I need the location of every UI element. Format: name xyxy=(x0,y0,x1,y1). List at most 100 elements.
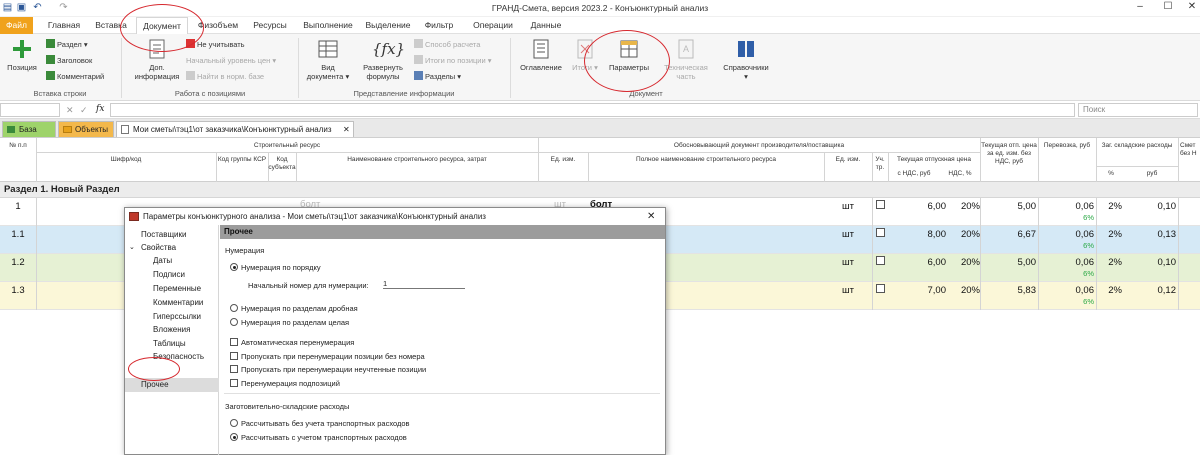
nav-attachments[interactable]: Вложения xyxy=(153,324,190,335)
tab-filter[interactable]: Фильтр xyxy=(422,17,456,34)
row-uch-checkbox[interactable] xyxy=(876,200,885,209)
params-dialog: Параметры конъюнктурного анализа - Мои с… xyxy=(124,207,666,455)
row-uch-checkbox[interactable] xyxy=(876,228,885,237)
nav-signatures[interactable]: Подписи xyxy=(153,269,185,280)
check-renum-sub-label: Перенумерация подпозиций xyxy=(241,379,340,388)
reference-label: Справочники xyxy=(723,63,769,72)
radio-sections-whole-label: Нумерация по разделам целая xyxy=(241,318,350,327)
nav-hyperlinks[interactable]: Гиперссылки xyxy=(153,311,201,322)
contents-button[interactable]: Оглавление xyxy=(516,38,566,72)
row-price: 6,00 xyxy=(927,201,947,212)
cancel-icon[interactable]: ✕ xyxy=(66,105,74,116)
dop-info-label-2: информация xyxy=(134,72,180,81)
radio-by-order-label: Нумерация по порядку xyxy=(241,263,321,272)
book-icon xyxy=(738,41,754,57)
show-formulas-button[interactable]: {fx} Развернуть формулы xyxy=(356,38,410,81)
close-tab-icon[interactable]: ✕ xyxy=(343,122,350,137)
nav-dates[interactable]: Даты xyxy=(153,255,172,266)
row-storage-pct: 2% xyxy=(1108,257,1122,268)
positions-group-label: Работа с позициями xyxy=(174,89,246,98)
dialog-close-icon[interactable]: ✕ xyxy=(647,208,655,225)
info-view-group-label: Представление информации xyxy=(353,89,455,98)
check-auto-renum[interactable]: Автоматическая перенумерация xyxy=(230,338,354,348)
tab-operations[interactable]: Операции xyxy=(470,17,516,34)
check-skip-no-number[interactable]: Пропускать при перенумерации позиции без… xyxy=(230,352,425,362)
radio-without-transport-indicator xyxy=(230,419,238,427)
start-num-input[interactable]: 1 xyxy=(383,277,465,289)
table-view-icon xyxy=(318,40,338,58)
annotation-circle xyxy=(584,30,670,92)
radio-with-transport[interactable]: Рассчитывать с учетом транспортных расхо… xyxy=(230,433,407,443)
tab-file[interactable]: Файл xyxy=(0,17,33,34)
heading-icon xyxy=(46,55,55,64)
section-button[interactable]: Раздел ▾ xyxy=(46,39,88,50)
nav-comments[interactable]: Комментарии xyxy=(153,297,203,308)
dialog-body: Прочее Нумерация Нумерация по порядку На… xyxy=(220,225,665,455)
radio-by-order[interactable]: Нумерация по порядку xyxy=(230,263,321,273)
minimize-icon[interactable]: – xyxy=(1130,1,1150,15)
not-account-label: Не учитывать xyxy=(197,40,245,49)
tab-document-path[interactable]: Мои сметы\тэц1\от заказчика\Конъюнктурны… xyxy=(116,121,354,137)
position-button[interactable]: Позиция xyxy=(4,38,40,72)
base-icon xyxy=(7,126,15,133)
fx-label: fx xyxy=(96,104,105,114)
fx-icon: {fx} xyxy=(372,40,406,58)
maximize-icon[interactable]: ☐ xyxy=(1158,1,1178,15)
start-level-button[interactable]: Начальный уровень цен ▾ xyxy=(186,55,276,66)
nav-collapse-icon[interactable]: ⌄ xyxy=(129,242,135,253)
radio-sections-frac-indicator xyxy=(230,304,238,312)
comment-icon xyxy=(46,71,55,80)
annotation-circle xyxy=(120,4,204,52)
row-cost: 5,83 xyxy=(1017,285,1037,296)
tab-execution[interactable]: Выполнение xyxy=(300,17,356,34)
section-label: Раздел xyxy=(57,40,82,49)
tab-objects[interactable]: Объекты xyxy=(58,121,114,137)
view-doc-label-2: документа xyxy=(306,72,344,81)
nav-variables[interactable]: Переменные xyxy=(153,283,201,294)
tab-base[interactable]: База xyxy=(2,121,56,137)
nav-suppliers[interactable]: Поставщики xyxy=(141,229,187,240)
check-skip-unaccounted[interactable]: Пропускать при перенумерации неучтенные … xyxy=(230,365,426,375)
confirm-icon[interactable]: ✓ xyxy=(80,105,88,116)
header-curcost: Текущая отп. цена за ед. изм. без НДС, р… xyxy=(981,142,1037,165)
search-input[interactable]: Поиск xyxy=(1078,103,1198,117)
radio-sections-frac[interactable]: Нумерация по разделам дробная xyxy=(230,304,358,314)
tab-selection[interactable]: Выделение xyxy=(364,17,412,34)
start-level-label: Начальный уровень цен xyxy=(186,56,271,65)
nav-properties[interactable]: Свойства xyxy=(141,242,176,253)
close-window-icon[interactable]: ✕ xyxy=(1182,1,1200,15)
comment-label: Комментарий xyxy=(57,72,105,81)
row-num: 1.2 xyxy=(11,257,25,268)
sections-button[interactable]: Разделы ▾ xyxy=(414,71,461,82)
tab-home[interactable]: Главная xyxy=(42,17,86,34)
view-doc-button[interactable]: Вид документа ▾ xyxy=(306,38,350,81)
section-row[interactable]: Раздел 1. Новый Раздел xyxy=(0,182,1200,198)
check-renum-sub[interactable]: Перенумерация подпозиций xyxy=(230,379,340,389)
row-uch-checkbox[interactable] xyxy=(876,256,885,265)
find-norm-button[interactable]: Найти в норм. базе xyxy=(186,71,264,82)
tab-data[interactable]: Данные xyxy=(526,17,566,34)
sections-label: Разделы xyxy=(425,72,456,81)
sections-icon xyxy=(414,71,423,80)
header-fullname: Полное наименование строительного ресурс… xyxy=(636,156,776,163)
dialog-title-bar: Параметры конъюнктурного анализа - Мои с… xyxy=(125,208,665,225)
row-transport-pct: 6% xyxy=(1083,269,1094,278)
name-box[interactable] xyxy=(0,103,60,117)
row-storage-rub: 0,10 xyxy=(1157,257,1177,268)
tab-resources[interactable]: Ресурсы xyxy=(250,17,290,34)
totals-by-pos-button[interactable]: Итоги по позиции ▾ xyxy=(414,55,492,66)
row-transport-pct: 6% xyxy=(1083,241,1094,250)
calc-method-button[interactable]: Способ расчета xyxy=(414,39,480,50)
check-skip-no-number-box xyxy=(230,352,238,360)
heading-button[interactable]: Заголовок xyxy=(46,55,92,66)
comment-button[interactable]: Комментарий xyxy=(46,71,104,82)
radio-without-transport[interactable]: Рассчитывать без учета транспортных расх… xyxy=(230,419,410,429)
formula-input[interactable] xyxy=(110,103,1075,117)
row-uch-checkbox[interactable] xyxy=(876,284,885,293)
nav-tables[interactable]: Таблицы xyxy=(153,338,186,349)
row-storage-pct: 2% xyxy=(1108,229,1122,240)
check-auto-renum-box xyxy=(230,338,238,346)
reference-button[interactable]: Справочники ▾ xyxy=(716,38,776,81)
dialog-nav: Поставщики ⌄ Свойства Даты Подписи Перем… xyxy=(125,225,219,455)
radio-sections-whole[interactable]: Нумерация по разделам целая xyxy=(230,318,349,328)
